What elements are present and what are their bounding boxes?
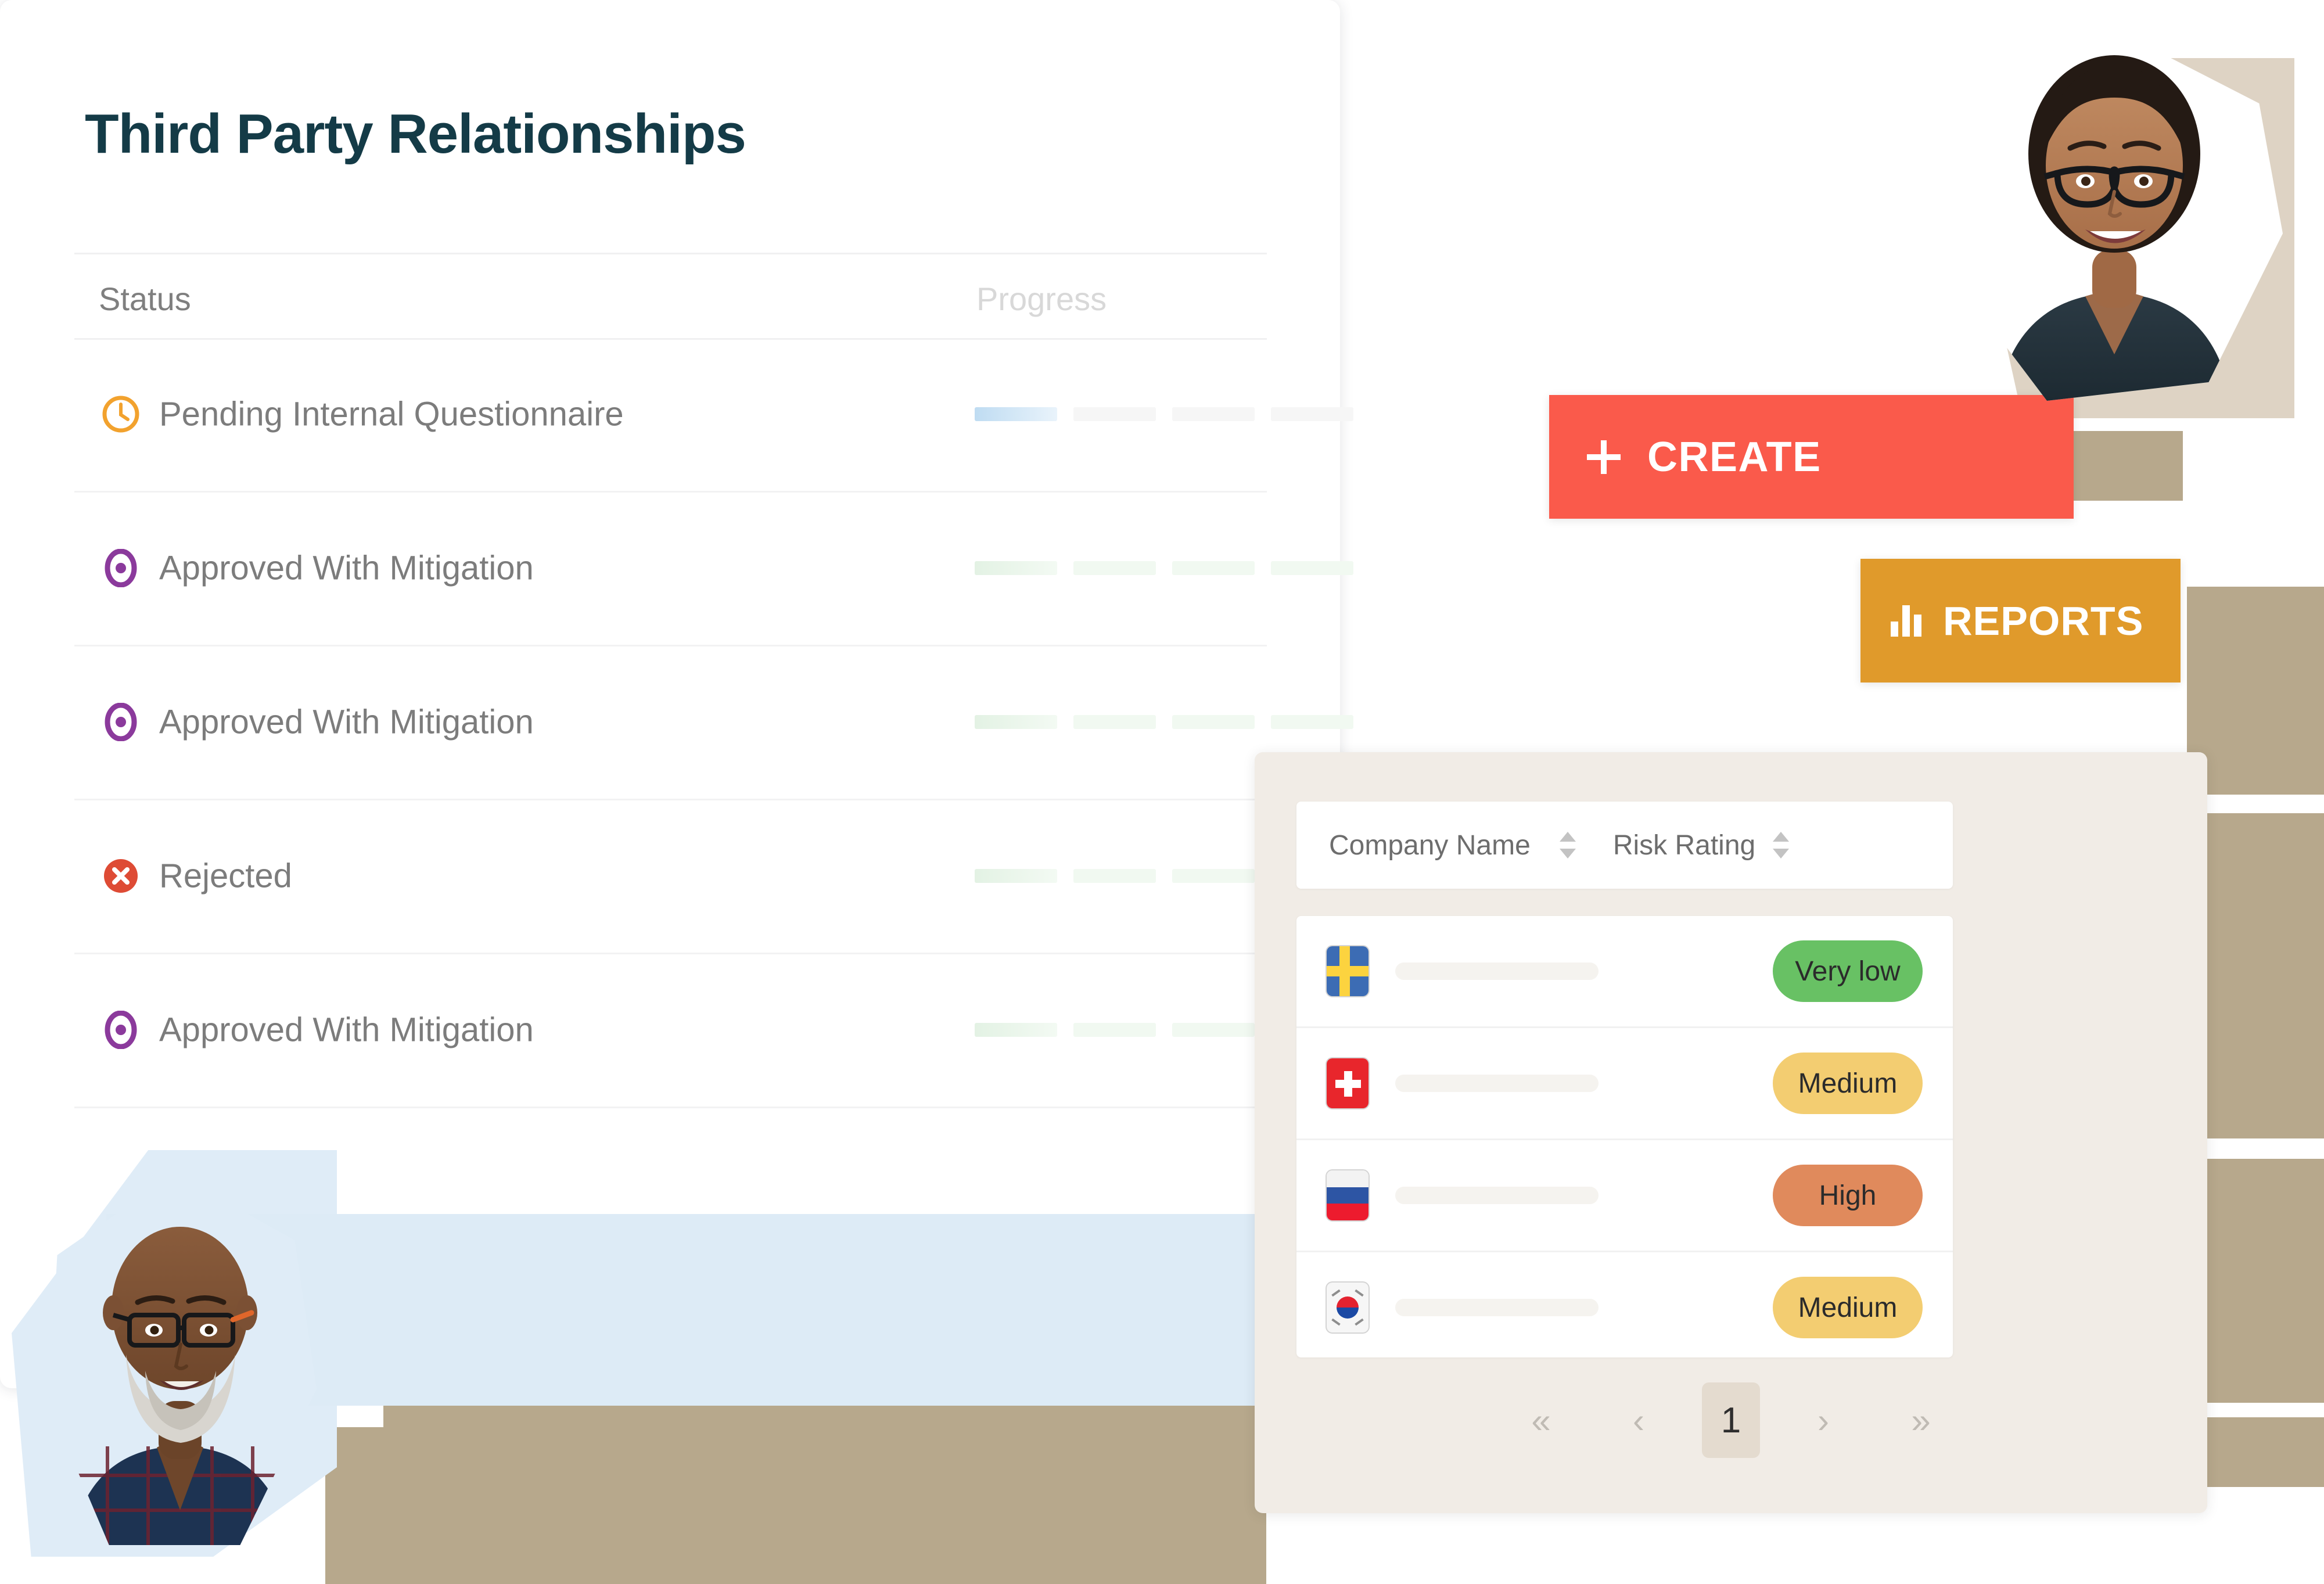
- column-header-progress: Progress: [976, 281, 1107, 317]
- eye-icon: [102, 702, 140, 741]
- progress-segment: [975, 407, 1057, 421]
- progress-segment: [1172, 714, 1255, 729]
- progress-segment: [1271, 407, 1353, 421]
- progress-segment: [1172, 407, 1255, 421]
- create-button[interactable]: CREATE: [1549, 395, 2074, 519]
- bar-chart-icon: [1891, 605, 1922, 637]
- status-row[interactable]: Approved With Mitigation: [74, 953, 1353, 1108]
- progress-segment: [1172, 561, 1255, 575]
- list-column-headers: Status Progress: [74, 253, 1267, 340]
- pagination-current-page[interactable]: 1: [1702, 1382, 1760, 1458]
- company-name-placeholder: [1395, 1299, 1599, 1316]
- column-header-company-name[interactable]: Company Name: [1329, 829, 1531, 861]
- progress-segment: [1271, 714, 1353, 729]
- reports-button[interactable]: REPORTS: [1860, 559, 2181, 683]
- company-name-placeholder: [1395, 962, 1599, 980]
- progress-bar: [975, 561, 1353, 575]
- progress-segment: [975, 561, 1057, 575]
- table-row[interactable]: Medium: [1296, 1028, 1953, 1140]
- risk-badge: High: [1773, 1165, 1923, 1226]
- pagination-prev-button[interactable]: ‹: [1604, 1386, 1673, 1454]
- switzerland-flag: [1327, 1058, 1368, 1108]
- company-table-body: Very low Medium High Medium: [1296, 916, 1953, 1357]
- progress-segment: [1073, 1022, 1156, 1037]
- eye-icon: [102, 1010, 140, 1049]
- sort-risk-rating-icon[interactable]: [1773, 828, 1790, 862]
- progress-segment: [975, 868, 1057, 883]
- status-label: Approved With Mitigation: [159, 703, 534, 741]
- progress-bar: [975, 714, 1353, 729]
- sort-company-name-icon[interactable]: [1559, 828, 1577, 862]
- create-button-label: CREATE: [1647, 433, 1822, 480]
- status-label: Approved With Mitigation: [159, 549, 534, 587]
- table-row[interactable]: Very low: [1296, 916, 1953, 1028]
- table-header-row: Company Name Risk Rating: [1296, 802, 1953, 889]
- table-row[interactable]: Medium: [1296, 1252, 1953, 1357]
- risk-badge: Very low: [1773, 940, 1923, 1002]
- pagination-first-button[interactable]: «: [1507, 1386, 1575, 1454]
- pagination: « ‹ 1 › »: [1255, 1356, 2207, 1484]
- column-header-status: Status: [99, 281, 191, 317]
- status-row[interactable]: Rejected: [74, 799, 1353, 954]
- column-header-risk-rating[interactable]: Risk Rating: [1613, 829, 1755, 861]
- tan-bar-right-1: [2187, 587, 2324, 795]
- table-row[interactable]: High: [1296, 1140, 1953, 1252]
- tan-bar-right-3: [2187, 1159, 2324, 1403]
- progress-segment: [1073, 868, 1156, 883]
- progress-segment: [975, 714, 1057, 729]
- progress-segment: [1073, 714, 1156, 729]
- company-risk-panel: Company Name Risk Rating Very low Medium…: [1255, 752, 2207, 1513]
- progress-segment: [1073, 561, 1156, 575]
- company-name-placeholder: [1395, 1187, 1599, 1204]
- page-title: Third Party Relationships: [85, 103, 746, 165]
- russia-flag: [1327, 1170, 1368, 1220]
- risk-badge: Medium: [1773, 1277, 1923, 1338]
- tan-bar-right-2: [2187, 813, 2324, 1138]
- progress-bar: [975, 407, 1353, 421]
- sweden-flag: [1327, 946, 1368, 996]
- progress-segment: [1172, 868, 1255, 883]
- progress-segment: [975, 1022, 1057, 1037]
- reports-button-label: REPORTS: [1943, 598, 2144, 644]
- pagination-next-button[interactable]: ›: [1789, 1386, 1858, 1454]
- status-label: Pending Internal Questionnaire: [159, 395, 624, 433]
- status-label: Rejected: [159, 857, 292, 895]
- x-circle-icon: [102, 857, 140, 895]
- progress-segment: [1073, 407, 1156, 421]
- status-row[interactable]: Pending Internal Questionnaire: [74, 337, 1353, 493]
- risk-badge: Medium: [1773, 1053, 1923, 1114]
- company-name-placeholder: [1395, 1075, 1599, 1092]
- plus-icon: [1587, 440, 1621, 474]
- status-label: Approved With Mitigation: [159, 1011, 534, 1048]
- tan-band-under-card-2: [325, 1427, 1266, 1584]
- eye-icon: [102, 548, 140, 587]
- progress-segment: [1271, 561, 1353, 575]
- status-row[interactable]: Approved With Mitigation: [74, 491, 1353, 646]
- progress-segment: [1172, 1022, 1255, 1037]
- clock-icon: [102, 395, 140, 433]
- status-row[interactable]: Approved With Mitigation: [74, 645, 1353, 800]
- pagination-last-button[interactable]: »: [1887, 1386, 1955, 1454]
- south-korea-flag: [1327, 1283, 1368, 1332]
